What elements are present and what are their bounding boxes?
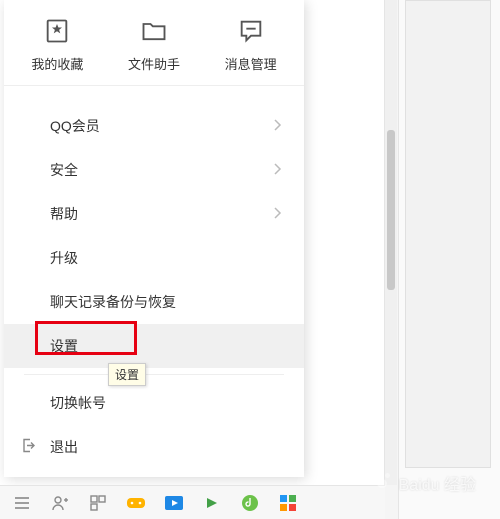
exit-icon [20, 438, 36, 457]
menu-item-chat-backup[interactable]: 聊天记录备份与恢复 [4, 280, 304, 324]
message-manage-label: 消息管理 [225, 54, 277, 73]
menu-item-upgrade[interactable]: 升级 [4, 236, 304, 280]
video-icon[interactable] [202, 493, 222, 513]
top-action-row: 我的收藏 文件助手 消息管理 [4, 0, 304, 86]
right-panel [398, 0, 500, 519]
add-contact-icon[interactable] [50, 493, 70, 513]
bookmark-icon [40, 14, 74, 48]
menu-item-label: QQ会员 [50, 118, 100, 134]
file-helper-label: 文件助手 [128, 54, 180, 73]
menu-item-security[interactable]: 安全 [4, 148, 304, 192]
chevron-right-icon [274, 162, 282, 178]
favorites-button[interactable]: 我的收藏 [12, 14, 103, 73]
main-menu-popup: 我的收藏 文件助手 消息管理 QQ会员 [4, 0, 304, 477]
chevron-right-icon [274, 118, 282, 134]
menu-item-label: 安全 [50, 162, 78, 178]
menu-icon[interactable] [12, 493, 32, 513]
menu-item-label: 设置 [50, 338, 78, 354]
content-placeholder [405, 0, 491, 468]
menu-item-switch-account[interactable]: 切换帐号 [4, 381, 304, 425]
menu-item-label: 帮助 [50, 206, 78, 222]
menu-item-help[interactable]: 帮助 [4, 192, 304, 236]
menu-list: QQ会员 安全 帮助 升级 聊天记录备份与恢复 设置 切换帐 [4, 86, 304, 477]
file-helper-button[interactable]: 文件助手 [109, 14, 200, 73]
scrollbar-thumb[interactable] [387, 130, 395, 290]
menu-item-qq-member[interactable]: QQ会员 [4, 104, 304, 148]
music-icon[interactable] [240, 493, 260, 513]
menu-item-label: 退出 [50, 439, 78, 455]
menu-item-label: 切换帐号 [50, 395, 106, 411]
live-icon[interactable] [164, 493, 184, 513]
game-controller-icon[interactable] [126, 493, 146, 513]
menu-item-settings[interactable]: 设置 [4, 324, 304, 368]
bottom-taskbar [0, 485, 385, 519]
folder-icon [137, 14, 171, 48]
menu-item-label: 升级 [50, 250, 78, 266]
divider [24, 374, 284, 375]
grid-apps-icon[interactable] [278, 493, 298, 513]
apps-icon[interactable] [88, 493, 108, 513]
message-manage-button[interactable]: 消息管理 [205, 14, 296, 73]
tooltip: 设置 [108, 363, 146, 386]
chevron-right-icon [274, 206, 282, 222]
scrollbar-track[interactable] [385, 0, 397, 485]
chat-icon [234, 14, 268, 48]
favorites-label: 我的收藏 [31, 54, 83, 73]
menu-item-label: 聊天记录备份与恢复 [50, 294, 176, 310]
menu-item-exit[interactable]: 退出 [4, 425, 304, 469]
